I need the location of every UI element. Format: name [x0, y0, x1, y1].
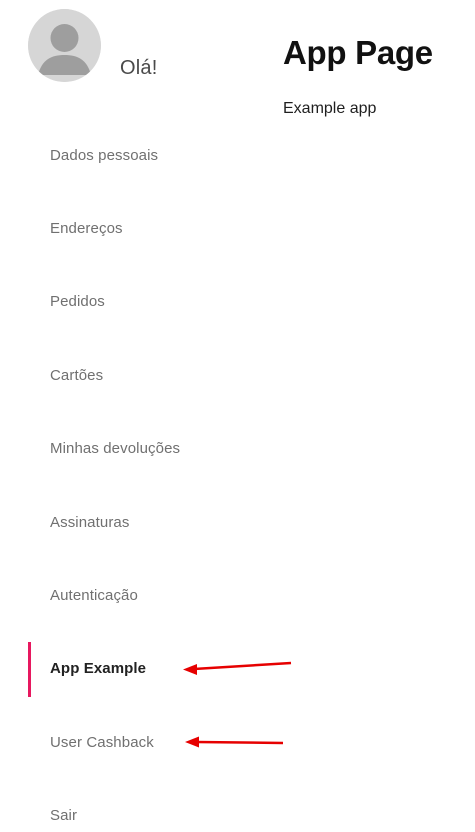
- menu-item-autenticacao[interactable]: Autenticação: [50, 587, 138, 604]
- menu-item-minhas-devolucoes[interactable]: Minhas devoluções: [50, 440, 180, 457]
- greeting-text: Olá!: [120, 57, 158, 79]
- annotation-arrows: [183, 661, 292, 748]
- menu-item-user-cashback[interactable]: User Cashback: [50, 734, 154, 751]
- menu-item-enderecos[interactable]: Endereços: [50, 220, 123, 237]
- page-title: App Page: [283, 34, 433, 71]
- menu-item-sair[interactable]: Sair: [50, 807, 77, 824]
- active-menu-indicator: [28, 642, 31, 697]
- account-page: Olá! App Page Example app Dados pessoais…: [0, 0, 475, 832]
- annotation-arrow-icon: [183, 661, 292, 675]
- menu-item-dados-pessoais[interactable]: Dados pessoais: [50, 147, 158, 164]
- page-subtitle: Example app: [283, 100, 377, 117]
- user-avatar-icon[interactable]: [28, 9, 101, 82]
- menu-item-assinaturas[interactable]: Assinaturas: [50, 514, 129, 531]
- annotation-arrow-icon: [185, 736, 284, 748]
- menu-item-cartoes[interactable]: Cartões: [50, 367, 103, 384]
- menu-item-pedidos[interactable]: Pedidos: [50, 293, 105, 310]
- menu-item-app-example[interactable]: App Example: [50, 660, 146, 677]
